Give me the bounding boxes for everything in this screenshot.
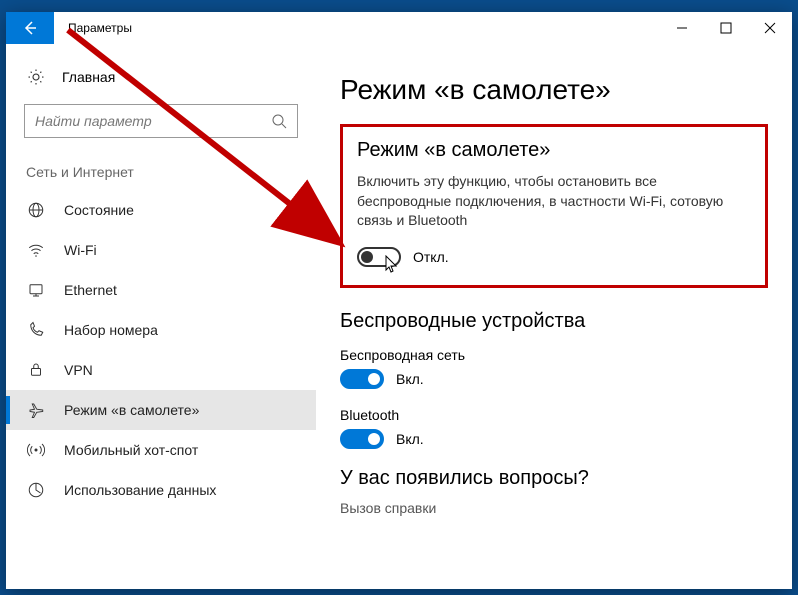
settings-window: Параметры Главная Найти параметр — [6, 12, 792, 589]
gear-icon — [26, 68, 46, 86]
close-icon — [764, 22, 776, 34]
wireless-heading: Беспроводные устройства — [340, 310, 768, 333]
airplane-description: Включить эту функцию, чтобы остановить в… — [357, 172, 751, 231]
sidebar-item-datausage[interactable]: Использование данных — [6, 470, 316, 510]
sidebar-item-wifi[interactable]: Wi-Fi — [6, 230, 316, 270]
dialup-icon — [26, 321, 46, 339]
bluetooth-state-label: Вкл. — [396, 431, 424, 447]
close-button[interactable] — [748, 12, 792, 44]
sidebar-item-hotspot[interactable]: Мобильный хот-спот — [6, 430, 316, 470]
titlebar: Параметры — [6, 12, 792, 44]
sidebar-item-ethernet[interactable]: Ethernet — [6, 270, 316, 310]
sidebar-item-label: Использование данных — [64, 482, 216, 498]
help-link[interactable]: Вызов справки — [340, 500, 768, 516]
search-placeholder: Найти параметр — [35, 113, 152, 129]
sidebar-item-airplane[interactable]: Режим «в самолете» — [6, 390, 316, 430]
maximize-icon — [720, 22, 732, 34]
sidebar-item-status[interactable]: Состояние — [6, 190, 316, 230]
airplane-heading: Режим «в самолете» — [357, 139, 751, 162]
wifi-block: Беспроводная сеть Вкл. — [340, 347, 768, 389]
sidebar-item-label: VPN — [64, 362, 93, 378]
globe-icon — [26, 201, 46, 219]
sidebar: Главная Найти параметр Сеть и Интернет С… — [6, 44, 316, 589]
search-icon — [271, 113, 287, 129]
minimize-icon — [676, 22, 688, 34]
search-input[interactable]: Найти параметр — [24, 104, 298, 138]
window-title: Параметры — [54, 12, 132, 44]
content-area: Режим «в самолете» Режим «в самолете» Вк… — [316, 44, 792, 589]
hotspot-icon — [26, 441, 46, 459]
arrow-left-icon — [22, 20, 38, 36]
sidebar-item-label: Wi-Fi — [64, 242, 97, 258]
ethernet-icon — [26, 281, 46, 299]
sidebar-item-vpn[interactable]: VPN — [6, 350, 316, 390]
wifi-state-label: Вкл. — [396, 371, 424, 387]
sidebar-item-label: Ethernet — [64, 282, 117, 298]
vpn-icon — [26, 361, 46, 379]
airplane-state-label: Откл. — [413, 249, 449, 265]
maximize-button[interactable] — [704, 12, 748, 44]
back-button[interactable] — [6, 12, 54, 44]
bluetooth-label: Bluetooth — [340, 407, 768, 423]
sidebar-item-label: Состояние — [64, 202, 134, 218]
airplane-icon — [26, 401, 46, 419]
sidebar-item-label: Режим «в самолете» — [64, 402, 199, 418]
wifi-toggle[interactable] — [340, 369, 384, 389]
sidebar-home[interactable]: Главная — [6, 58, 316, 96]
sidebar-home-label: Главная — [62, 69, 115, 85]
wifi-icon — [26, 241, 46, 259]
sidebar-section-label: Сеть и Интернет — [6, 158, 316, 190]
sidebar-item-label: Набор номера — [64, 322, 158, 338]
airplane-mode-section: Режим «в самолете» Включить эту функцию,… — [340, 124, 768, 288]
bluetooth-toggle[interactable] — [340, 429, 384, 449]
page-title: Режим «в самолете» — [340, 74, 768, 106]
minimize-button[interactable] — [660, 12, 704, 44]
help-heading: У вас появились вопросы? — [340, 467, 768, 490]
datausage-icon — [26, 481, 46, 499]
sidebar-item-dialup[interactable]: Набор номера — [6, 310, 316, 350]
airplane-toggle[interactable] — [357, 247, 401, 267]
sidebar-item-label: Мобильный хот-спот — [64, 442, 198, 458]
bluetooth-block: Bluetooth Вкл. — [340, 407, 768, 449]
wifi-label: Беспроводная сеть — [340, 347, 768, 363]
